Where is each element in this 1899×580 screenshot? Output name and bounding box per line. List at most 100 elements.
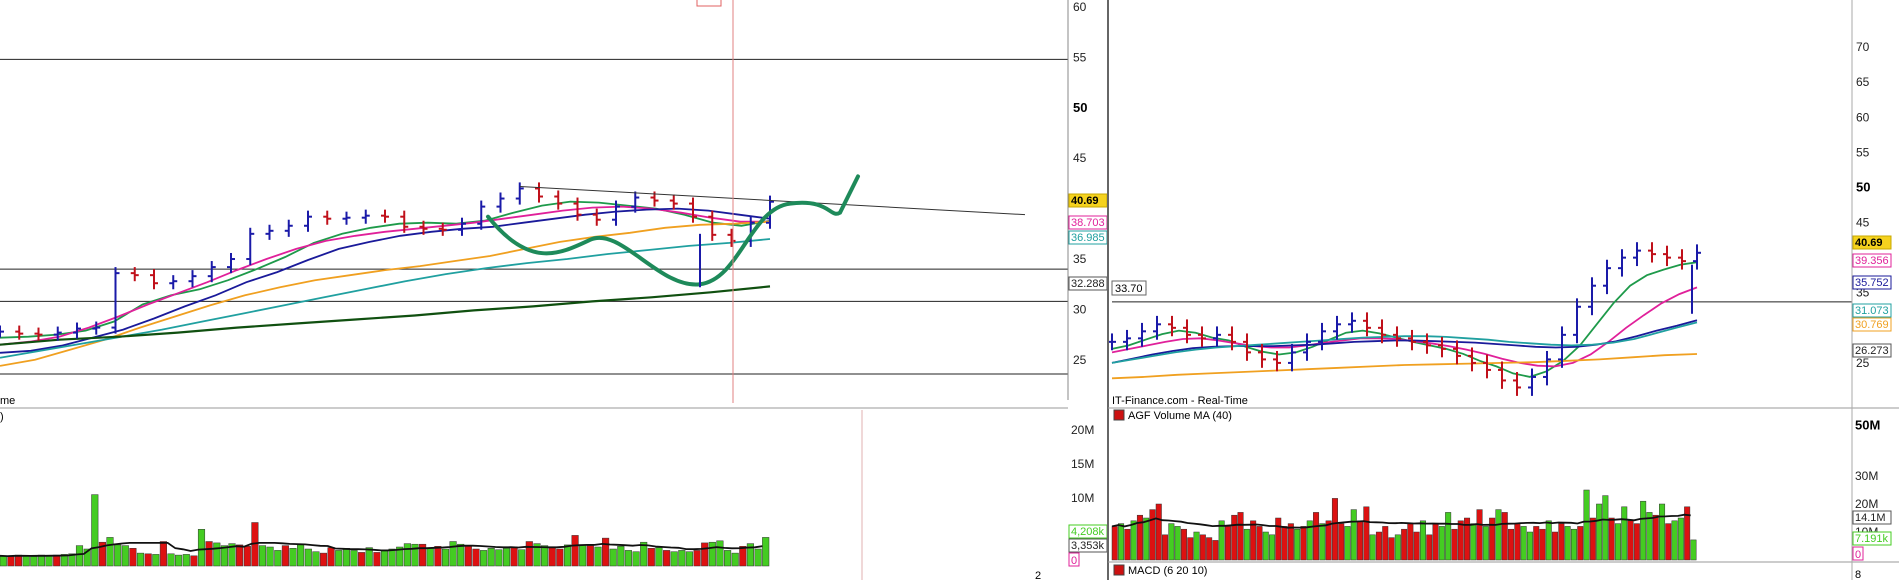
left-volume-bar [0, 555, 7, 567]
right-price-tick-label: 55 [1856, 145, 1870, 159]
left-volume-bar [663, 550, 671, 567]
left-volume-bar [342, 548, 350, 567]
right-volume-bar [1438, 526, 1445, 561]
right-ma-line-4 [1111, 321, 1698, 364]
left-volume-bar [289, 548, 297, 567]
right-volume-bar [1155, 503, 1162, 561]
right-ohlc-bars [1108, 242, 1701, 396]
right-chart: 706560554535255050M30M20M10M 40.6939.356… [1108, 40, 1892, 561]
left-volume-bar [632, 551, 640, 567]
left-volume-bar [693, 550, 701, 567]
left-volume-bar [358, 552, 366, 567]
right-line-label: 33.70 [1115, 283, 1143, 295]
left-price-tick-label: 45 [1073, 151, 1087, 165]
left-volume-bar [594, 546, 602, 567]
right-volume-bar [1602, 495, 1609, 561]
left-volume-bar [167, 553, 175, 567]
left-volume-bar [525, 541, 533, 567]
right-volume-tick-label: 50M [1855, 418, 1880, 433]
right-volume-bar [1665, 523, 1672, 561]
left-volume-bar [617, 546, 625, 567]
charts-canvas: 60 55 50 45 35 30 25 20M 15M 10M 40.69 38.703 36.98… [0, 0, 1899, 580]
right-volume-bar [1325, 520, 1332, 561]
right-price-tick-label: 65 [1856, 75, 1870, 89]
right-volume-bar [1501, 512, 1508, 561]
right-volume-bar [1457, 520, 1464, 561]
left-volume-bar [495, 549, 503, 567]
right-ma3-tag: 31.073 [1855, 305, 1889, 317]
right-volume-bar [1514, 523, 1521, 561]
right-volume-bar [1577, 526, 1584, 561]
right-vol3-tag: 0 [1855, 549, 1861, 561]
right-price-tick-label-bold: 50 [1856, 179, 1870, 194]
right-volume-bar [1564, 526, 1571, 561]
left-volume-bar [190, 555, 198, 567]
left-chart: 60 55 50 45 35 30 25 20M 15M 10M 40.69 38.703 36.98… [0, 0, 1108, 567]
right-volume-bar [1338, 523, 1345, 561]
left-volume-bar [7, 556, 15, 567]
right-volume-bar [1193, 531, 1200, 561]
left-volume-bar [144, 553, 152, 567]
left-volume-bar [205, 541, 213, 567]
right-volume-bar [1357, 520, 1364, 561]
left-volume-bar [75, 545, 84, 567]
left-volume-tick-label: 15M [1071, 457, 1094, 471]
right-volume-bar [1533, 526, 1540, 561]
left-price-tick-label: 35 [1073, 252, 1087, 266]
right-volume-bar [1614, 523, 1621, 561]
left-volume-bar [388, 548, 396, 567]
right-volume-bar [1539, 528, 1546, 561]
right-volume-panel-label: AGF Volume MA (40) [1128, 410, 1232, 422]
left-volume-bar [243, 546, 251, 567]
left-volume-bar [724, 550, 732, 567]
right-volume-bar [1432, 523, 1439, 561]
right-volume-bar [1212, 540, 1219, 561]
left-volume-bar [129, 548, 137, 567]
left-volume-bar [281, 545, 289, 567]
right-volume-bar [1394, 534, 1401, 561]
right-price-tick-label: 45 [1856, 216, 1870, 230]
left-price-tick-label: 30 [1073, 302, 1087, 316]
left-volume-bar [274, 550, 282, 567]
left-last-price-tag: 40.69 [1071, 195, 1099, 207]
right-volume-bar [1250, 520, 1257, 561]
left-volume-bar [708, 541, 716, 567]
left-ma2-tag: 36.985 [1071, 232, 1105, 244]
left-volume-bar [350, 550, 358, 567]
left-volume-bar [678, 550, 686, 567]
right-ma4-tag: 30.769 [1855, 319, 1889, 331]
left-volume-bar [518, 549, 526, 567]
right-volume-bar [1552, 531, 1559, 561]
left-volume-bar [457, 543, 465, 567]
right-vol2-tag: 7.191k [1855, 533, 1889, 545]
right-volume-bar [1118, 523, 1125, 561]
crosshair-marker [696, 0, 722, 7]
right-volume-bar [1677, 517, 1684, 561]
left-volume-bar [579, 544, 587, 567]
right-volume-bar [1401, 528, 1408, 561]
left-volume-bar [571, 535, 579, 567]
left-volume-bar [266, 546, 274, 567]
left-horizontal-lines [0, 58, 1068, 375]
right-source-label: IT-Finance.com - Real-Time [1112, 395, 1248, 407]
right-volume-bar [1482, 526, 1489, 561]
left-price-tick-label: 55 [1073, 50, 1087, 64]
right-volume-bar [1596, 503, 1603, 561]
left-volume-bar [304, 548, 312, 567]
left-volume-bar [563, 544, 572, 567]
left-volume-bar [548, 546, 556, 567]
left-volume-bar [297, 544, 305, 567]
left-volume-bar [114, 544, 122, 567]
left-volume-bar [685, 551, 693, 567]
right-volume-bar [1174, 526, 1181, 561]
right-volume-bar [1168, 523, 1175, 561]
left-volume-bar [556, 548, 564, 567]
left-volume-bar [175, 554, 183, 567]
left-ma1-tag: 38.703 [1071, 217, 1105, 229]
right-volume-bar [1237, 512, 1244, 561]
right-ma1-tag: 39.356 [1855, 255, 1889, 267]
left-truncated-panel-label: me [0, 395, 15, 407]
left-volume-bar [312, 551, 320, 567]
right-volume-bar [1149, 509, 1156, 561]
right-volume-bar [1388, 537, 1395, 561]
